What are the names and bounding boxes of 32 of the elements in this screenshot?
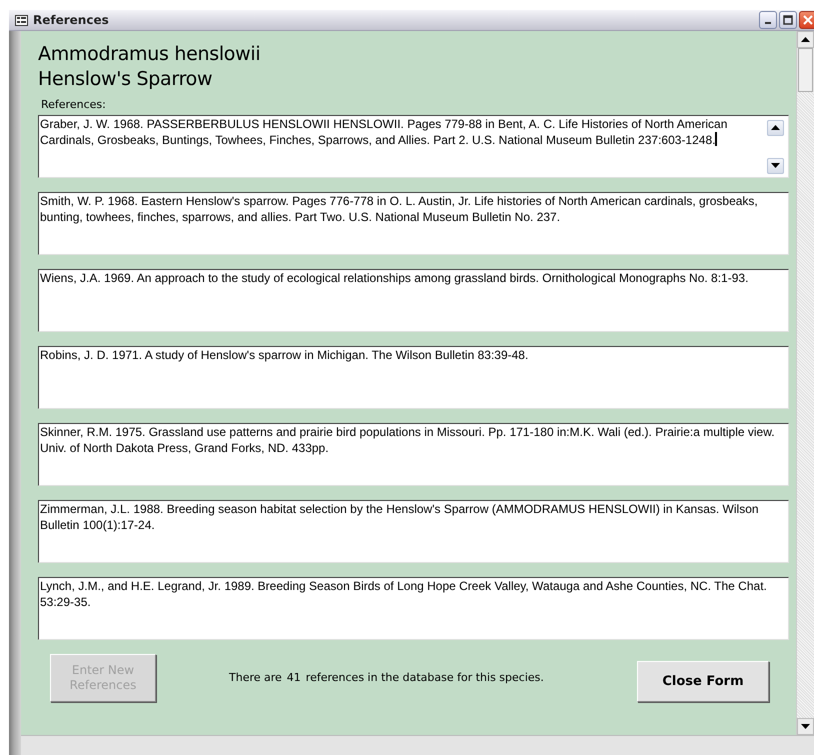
maximize-icon [783, 15, 793, 25]
form-icon [15, 14, 28, 26]
minimize-button[interactable] [759, 11, 777, 29]
scroll-up-button[interactable] [797, 31, 814, 48]
scroll-down-button[interactable] [767, 158, 784, 174]
scroll-thumb[interactable] [798, 48, 813, 92]
reference-field[interactable]: Skinner, R.M. 1975. Grassland use patterns and prairie bird populations in Missouri. Pp. 171-180 in:M.K. Wali (ed.). Prairie:a multiple view. Univ. of North Dakota Press, Grand Forks, ND. 433pp. [38, 423, 789, 486]
reference-field[interactable] [38, 115, 789, 178]
scientific-name: Ammodramus henslowii [38, 42, 262, 67]
scroll-down-button[interactable] [797, 718, 814, 735]
up-arrow-icon [771, 125, 780, 132]
references-label: References: [41, 98, 107, 112]
maximize-button[interactable] [779, 11, 797, 29]
common-name: Henslow's Sparrow [38, 66, 214, 92]
close-form-button[interactable]: Close Form [637, 661, 769, 702]
close-icon [803, 15, 813, 25]
up-arrow-icon [801, 36, 810, 42]
reference-field[interactable]: Lynch, J.M., and H.E. Legrand, Jr. 1989. Breeding Season Birds of Long Hope Creek Valley, Watauga and Ashe Counties, NC. The Chat. 53:29-35. [38, 577, 789, 640]
reference-count: 41 [286, 671, 301, 684]
down-arrow-icon [801, 724, 810, 730]
reference-field[interactable]: Wiens, J.A. 1969. An approach to the study of ecological relationships among grassland birds. Ornithological Monographs No. 8:1-93. [38, 269, 789, 332]
reference-field[interactable]: Robins, J. D. 1971. A study of Henslow's sparrow in Michigan. The Wilson Bulletin 83:39-48. [38, 346, 789, 410]
scroll-up-button[interactable] [767, 120, 784, 136]
count-suffix: references in the database for this species. [306, 671, 544, 684]
down-arrow-icon [771, 163, 780, 170]
reference-text: Smith, W. P. 1968. Eastern Henslow's sparrow. Pages 776-778 in O. L. Austin, Jr. Life histories of North American cardinals, grosbeaks, bunting, towhees, finches, sparrows, and allies. Part Two. U.S. National Museum Bulletin No. 237. [39, 193, 759, 226]
reference-field[interactable] [38, 192, 789, 256]
close-button[interactable] [799, 11, 814, 29]
reference-text: Graber, J. W. 1968. PASSERBERBULUS HENSLOWII HENSLOWII. Pages 779-88 in Bent, A. C. Life Histories of North American Cardinals, Grosbeaks, Buntings, Towhees, Finches, Sparrows, and Allies. Part 2. U.S. National Museum Bulletin 237:603-1248. [39, 116, 728, 150]
reference-field[interactable]: Zimmerman, J.L. 1988. Breeding season habitat selection by the Henslow's Sparrow (AMMODRAMUS HENSLOWII) in Kansas. Wilson Bulletin 100(1):17-24. [38, 500, 789, 564]
window-title: References [33, 13, 110, 27]
count-prefix: There are [229, 671, 282, 684]
